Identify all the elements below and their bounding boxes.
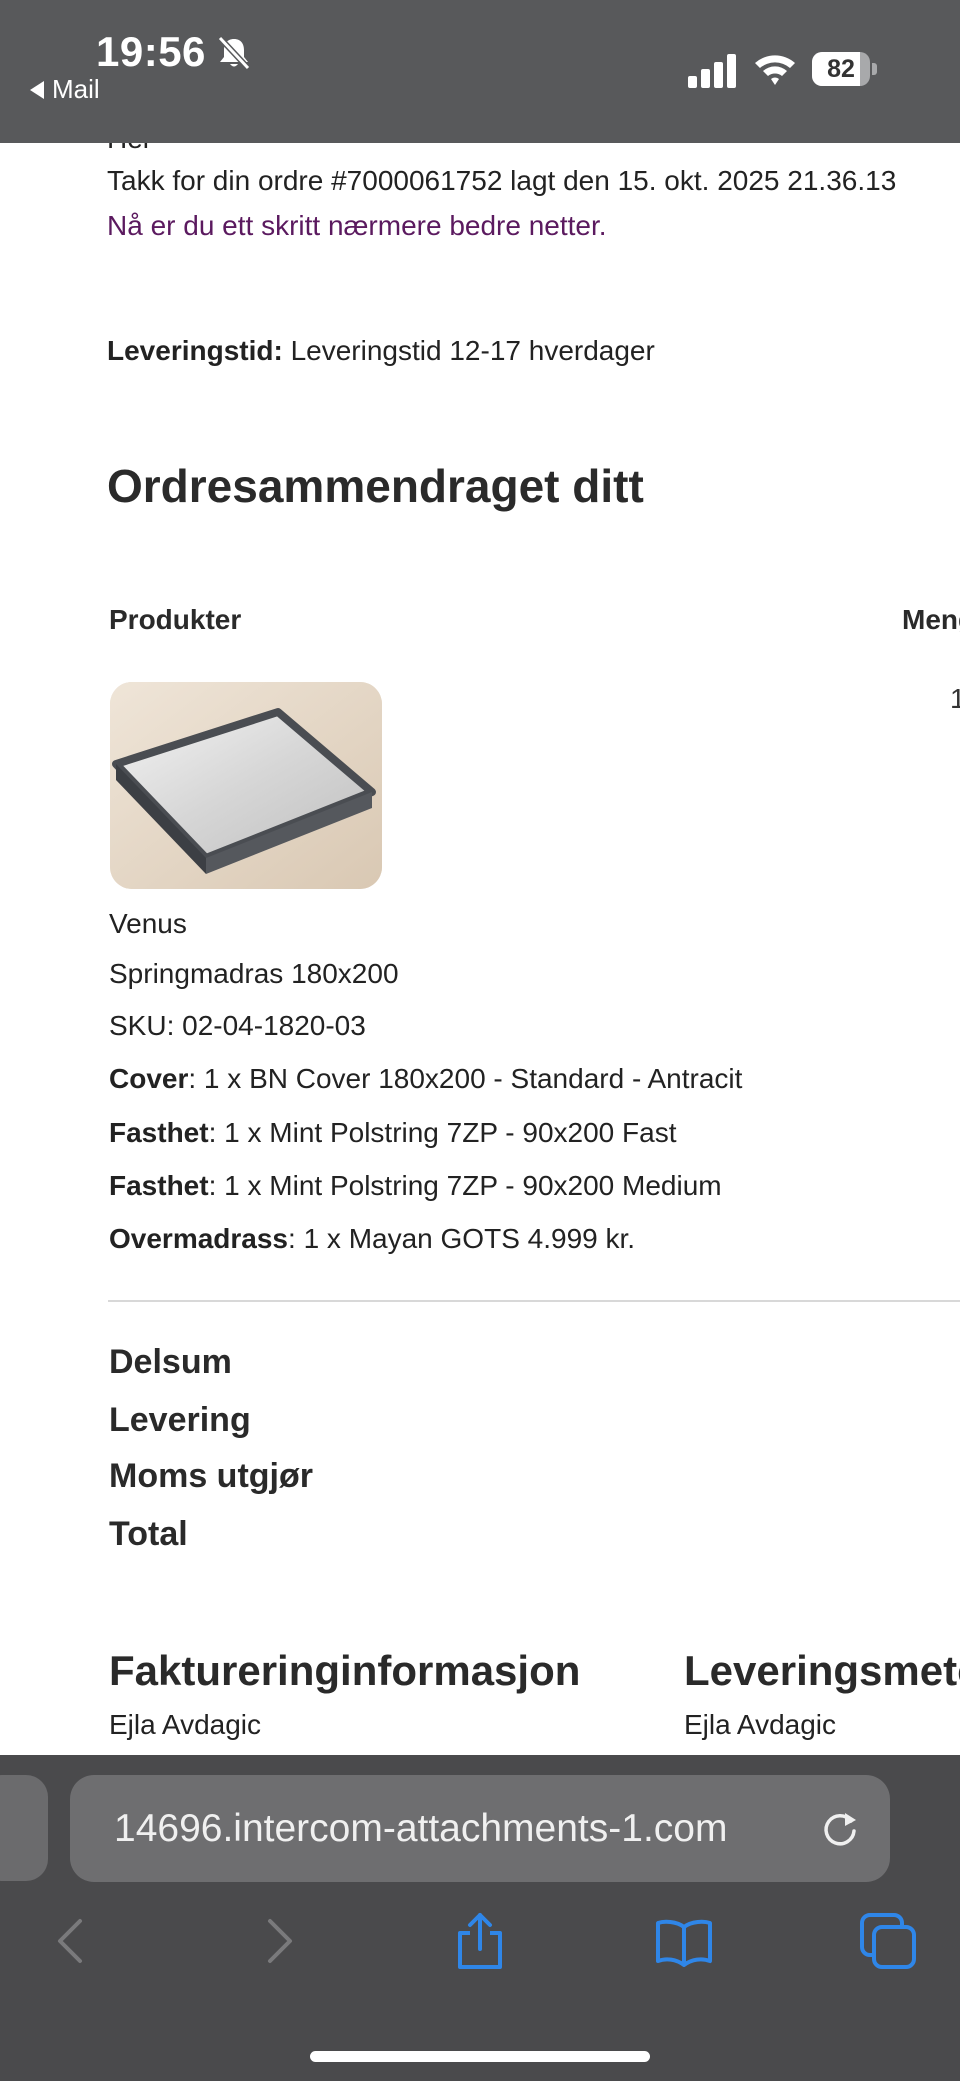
shipping-method-title: Leveringsmetode [684, 1647, 960, 1694]
email-content[interactable]: Hei Takk for din ordre #7000061752 lagt … [0, 143, 960, 1755]
product-quantity: 1 [950, 683, 960, 714]
product-sku: SKU: 02-04-1820-03 [109, 1010, 366, 1041]
share-icon[interactable] [448, 1909, 512, 1973]
product-variant: Springmadras 180x200 [109, 958, 399, 989]
clock: 19:56 [96, 28, 206, 75]
product-option: Fasthet: 1 x Mint Polstring 7ZP - 90x200… [109, 1170, 722, 1202]
option-value: : 1 x Mayan GOTS 4.999 kr. [288, 1223, 636, 1254]
back-app-label: Mail [52, 74, 100, 104]
back-to-app-button[interactable]: Mail [30, 74, 100, 105]
billing-name: Ejla Avdagic [109, 1709, 262, 1740]
previous-tab-preview[interactable] [0, 1775, 48, 1881]
option-value: : 1 x BN Cover 180x200 - Standard - Antr… [188, 1063, 743, 1094]
bell-slash-icon [217, 35, 251, 71]
status-bar: 19:56 Mail 82 [0, 0, 960, 143]
product-option: Cover: 1 x BN Cover 180x200 - Standard -… [109, 1063, 742, 1095]
delivery-time: Leveringstid: Leveringstid 12-17 hverdag… [107, 335, 655, 367]
delivery-time-label: Leveringstid: [107, 335, 283, 366]
browser-toolbar: 14696.intercom-attachments-1.com [0, 1755, 960, 2081]
shipping-label: Levering [109, 1401, 251, 1439]
option-label: Overmadrass [109, 1223, 289, 1254]
vat-label: Moms utgjør [109, 1457, 313, 1495]
tagline-text: Nå er du ett skritt nærmere bedre netter… [107, 210, 607, 241]
option-value: : 1 x Mint Polstring 7ZP - 90x200 Fast [208, 1117, 677, 1148]
battery-percentage: 82 [827, 55, 855, 83]
shipping-name: Ejla Avdagic [684, 1709, 837, 1740]
product-option: Fasthet: 1 x Mint Polstring 7ZP - 90x200… [109, 1117, 676, 1149]
book-icon[interactable] [652, 1909, 716, 1973]
reload-icon[interactable] [818, 1807, 862, 1851]
order-thanks-text: Takk for din ordre #7000061752 lagt den … [107, 165, 897, 196]
tabs-icon[interactable] [856, 1909, 920, 1973]
billing-info-title: Faktureringinformasjon [109, 1647, 581, 1694]
delivery-time-value: Leveringstid 12-17 hverdager [282, 335, 655, 366]
option-label: Fasthet [109, 1117, 209, 1148]
option-value: : 1 x Mint Polstring 7ZP - 90x200 Medium [208, 1170, 722, 1201]
divider [108, 1300, 960, 1302]
chevron-left-icon[interactable] [40, 1909, 104, 1973]
greeting: Hei [107, 143, 149, 155]
home-indicator[interactable] [310, 2051, 650, 2062]
column-header-products: Produkter [109, 604, 242, 635]
chevron-right-icon[interactable] [246, 1909, 310, 1973]
column-header-quantity: Mengde [902, 604, 960, 635]
option-label: Cover [109, 1063, 189, 1094]
battery-icon: 82 [812, 52, 878, 88]
wifi-icon [755, 55, 795, 85]
product-image [110, 682, 382, 889]
subtotal-label: Delsum [109, 1343, 232, 1381]
url-text[interactable]: 14696.intercom-attachments-1.com [114, 1775, 727, 1882]
order-summary-title: Ordresammendraget ditt [107, 460, 644, 512]
product-name: Venus [109, 908, 187, 939]
product-option: Overmadrass: 1 x Mayan GOTS 4.999 kr. [109, 1223, 635, 1255]
back-arrow-icon [30, 80, 44, 99]
total-label: Total [109, 1515, 188, 1553]
option-label: Fasthet [109, 1170, 209, 1201]
cellular-signal-icon [688, 54, 736, 88]
address-bar[interactable]: 14696.intercom-attachments-1.com [70, 1775, 890, 1882]
